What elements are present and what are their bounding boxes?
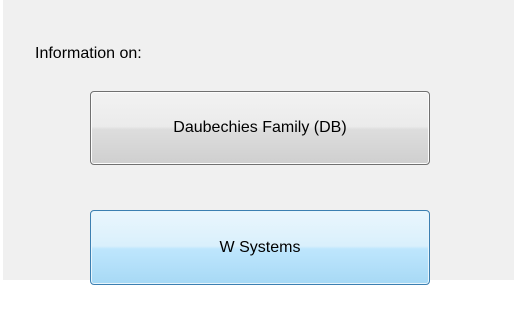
daubechies-family-button-label: Daubechies Family (DB) xyxy=(173,119,347,136)
w-systems-button-label: W Systems xyxy=(219,238,301,256)
w-systems-button[interactable]: W Systems xyxy=(90,210,430,285)
information-on-label: Information on: xyxy=(35,45,142,62)
daubechies-family-button[interactable]: Daubechies Family (DB) xyxy=(90,91,430,165)
